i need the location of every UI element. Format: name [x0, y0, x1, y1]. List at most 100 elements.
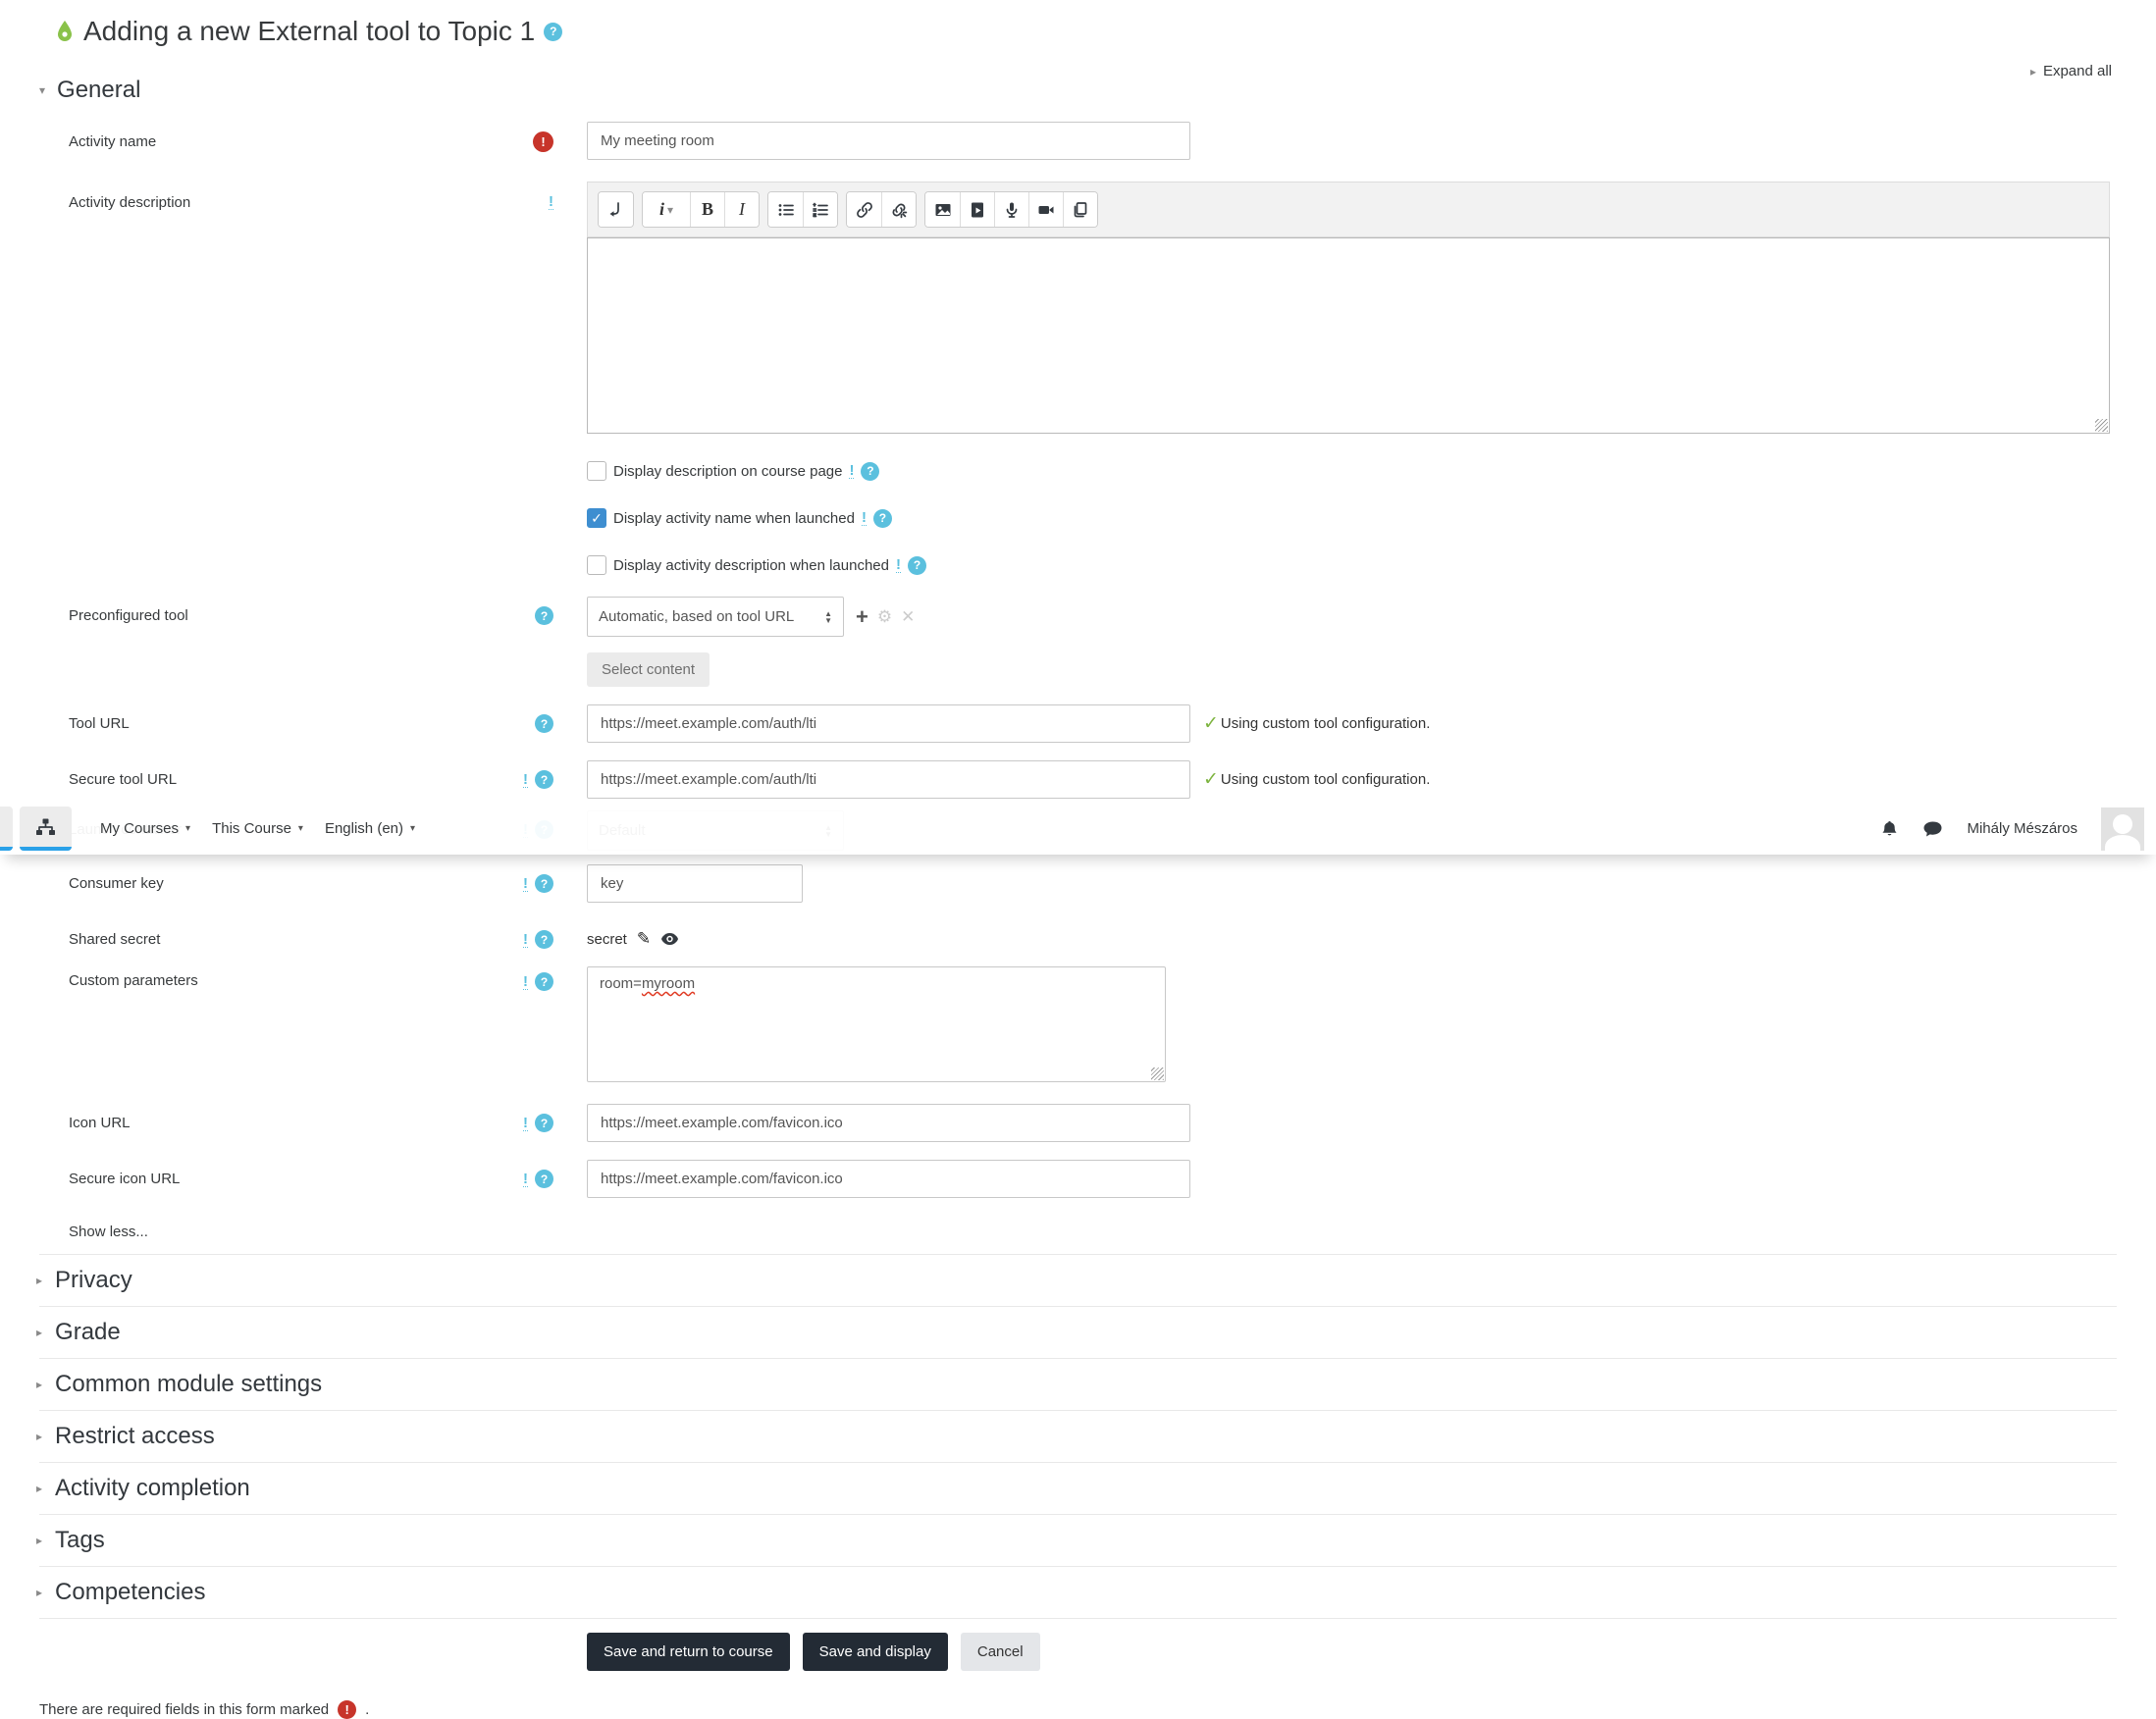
- save-display-button[interactable]: Save and display: [802, 1633, 948, 1671]
- advanced-icon: !: [549, 193, 553, 210]
- triangle-right-icon: ▸: [36, 1534, 43, 1547]
- preconfigured-tool-value: Automatic, based on tool URL: [599, 608, 795, 625]
- triangle-right-icon: ▸: [36, 1482, 43, 1495]
- help-icon[interactable]: ?: [535, 1114, 553, 1132]
- manage-files-icon[interactable]: [1063, 192, 1097, 227]
- help-icon[interactable]: ?: [535, 1170, 553, 1188]
- display-description-checkbox[interactable]: [587, 461, 606, 481]
- tool-url-status: ✓ Using custom tool configuration.: [1203, 713, 1431, 734]
- display-activity-name-checkbox[interactable]: [587, 508, 606, 528]
- section-activity-completion[interactable]: ▸ Activity completion: [36, 1463, 2117, 1515]
- section-privacy[interactable]: ▸ Privacy: [36, 1255, 2117, 1307]
- advanced-icon: !: [523, 770, 528, 788]
- activity-name-row: Activity name !: [39, 122, 2117, 160]
- link-icon[interactable]: [847, 192, 881, 227]
- sitemap-icon: [35, 817, 56, 837]
- navbar: My Courses ▾ This Course ▾ English (en) ▾ M…: [0, 803, 2156, 855]
- section-grade[interactable]: ▸ Grade: [36, 1307, 2117, 1359]
- description-editarea[interactable]: [587, 237, 2110, 434]
- secure-icon-url-input[interactable]: [587, 1160, 1190, 1198]
- triangle-right-icon: ▸: [2029, 64, 2036, 78]
- add-tool-icon[interactable]: +: [856, 605, 868, 628]
- nav-my-courses[interactable]: My Courses ▾: [100, 820, 190, 837]
- help-icon[interactable]: ?: [544, 22, 563, 41]
- help-icon[interactable]: ?: [535, 714, 553, 733]
- avatar[interactable]: [2101, 807, 2144, 851]
- help-icon[interactable]: ?: [861, 461, 880, 481]
- display-activity-description-checkbox[interactable]: [587, 555, 606, 575]
- section-common-module-settings[interactable]: ▸ Common module settings: [36, 1359, 2117, 1411]
- activity-name-input[interactable]: [587, 122, 1190, 160]
- help-icon[interactable]: ?: [535, 874, 553, 893]
- bold-button[interactable]: B: [690, 192, 724, 227]
- edit-pencil-icon[interactable]: ✎: [637, 929, 651, 949]
- navbar-right: Mihály Mészáros: [1880, 807, 2156, 851]
- preconfigured-tool-label: Preconfigured tool: [69, 607, 188, 624]
- help-icon[interactable]: ?: [535, 770, 553, 789]
- icon-url-label: Icon URL: [69, 1115, 131, 1131]
- section-general-header[interactable]: ▾ General: [39, 77, 2117, 104]
- resize-handle[interactable]: [2095, 419, 2108, 432]
- toolbar-toggle-icon[interactable]: [599, 192, 633, 227]
- nav-language[interactable]: English (en) ▾: [325, 820, 415, 837]
- save-return-button[interactable]: Save and return to course: [587, 1633, 790, 1671]
- help-icon[interactable]: ?: [907, 555, 926, 575]
- insert-media-icon[interactable]: [960, 192, 994, 227]
- record-audio-icon[interactable]: [994, 192, 1028, 227]
- unordered-list-icon[interactable]: [768, 192, 803, 227]
- help-icon[interactable]: ?: [535, 606, 553, 625]
- advanced-icon: !: [523, 1170, 528, 1187]
- caret-down-icon: ▾: [185, 823, 191, 834]
- record-video-icon[interactable]: [1028, 192, 1063, 227]
- help-icon[interactable]: ?: [535, 930, 553, 949]
- icon-url-input[interactable]: [587, 1104, 1190, 1142]
- eye-icon[interactable]: [660, 932, 679, 946]
- delete-tool-icon: ✕: [901, 607, 916, 626]
- caret-down-icon: ▾: [666, 202, 674, 217]
- select-arrows-icon: ▲▼: [824, 608, 832, 625]
- sitemap-tab[interactable]: [20, 807, 72, 851]
- preconfigured-tool-select[interactable]: Automatic, based on tool URL ▲ ▼: [587, 597, 844, 637]
- misspelled-word: myroom: [641, 975, 696, 992]
- consumer-key-input[interactable]: [587, 864, 803, 903]
- section-tags[interactable]: ▸ Tags: [36, 1515, 2117, 1567]
- tool-url-row: Tool URL ? ✓ Using custom tool configura…: [39, 704, 2117, 743]
- help-icon[interactable]: ?: [872, 508, 892, 528]
- tool-url-input[interactable]: [587, 704, 1190, 743]
- insert-image-icon[interactable]: [925, 192, 960, 227]
- expand-all-link[interactable]: ▸ Expand all: [2030, 63, 2112, 79]
- ordered-list-icon[interactable]: [803, 192, 837, 227]
- advanced-icon: !: [861, 509, 867, 526]
- nav-drawer-tab[interactable]: [0, 807, 13, 851]
- custom-parameters-label: Custom parameters: [69, 972, 198, 989]
- section-competencies[interactable]: ▸ Competencies: [36, 1567, 2117, 1619]
- unlink-icon[interactable]: [881, 192, 916, 227]
- custom-parameters-row: Custom parameters ! ? room=myroom: [39, 966, 2117, 1082]
- resize-handle[interactable]: [1151, 1068, 1164, 1080]
- nav-this-course[interactable]: This Course ▾: [212, 820, 303, 837]
- section-restrict-access[interactable]: ▸ Restrict access: [36, 1411, 2117, 1463]
- activity-description-row: Activity description ! i ▾ B I: [39, 182, 2117, 434]
- rich-text-editor: i ▾ B I: [587, 182, 2110, 434]
- user-name[interactable]: Mihály Mészáros: [1967, 820, 2077, 837]
- notifications-bell-icon[interactable]: [1880, 819, 1899, 839]
- activity-name-label: Activity name: [69, 133, 157, 150]
- format-style-button[interactable]: i ▾: [643, 192, 690, 227]
- caret-down-icon: ▾: [410, 823, 416, 834]
- advanced-icon: !: [523, 874, 528, 892]
- external-tool-icon: [55, 20, 75, 43]
- page-content: Adding a new External tool to Topic 1 ? …: [0, 0, 2156, 1719]
- triangle-right-icon: ▸: [36, 1274, 43, 1287]
- secure-tool-url-input[interactable]: [587, 760, 1190, 799]
- custom-parameters-textarea[interactable]: room=myroom: [587, 966, 1166, 1082]
- show-less-link[interactable]: Show less...: [69, 1224, 2117, 1240]
- advanced-icon: !: [523, 1114, 528, 1131]
- section-general-title: General: [57, 77, 141, 103]
- messages-icon[interactable]: [1922, 820, 1943, 838]
- required-icon: !: [338, 1700, 357, 1719]
- select-content-button[interactable]: Select content: [587, 652, 710, 687]
- cancel-button[interactable]: Cancel: [960, 1633, 1040, 1671]
- help-icon[interactable]: ?: [535, 972, 553, 991]
- italic-button[interactable]: I: [724, 192, 759, 227]
- secure-tool-url-label: Secure tool URL: [69, 771, 178, 788]
